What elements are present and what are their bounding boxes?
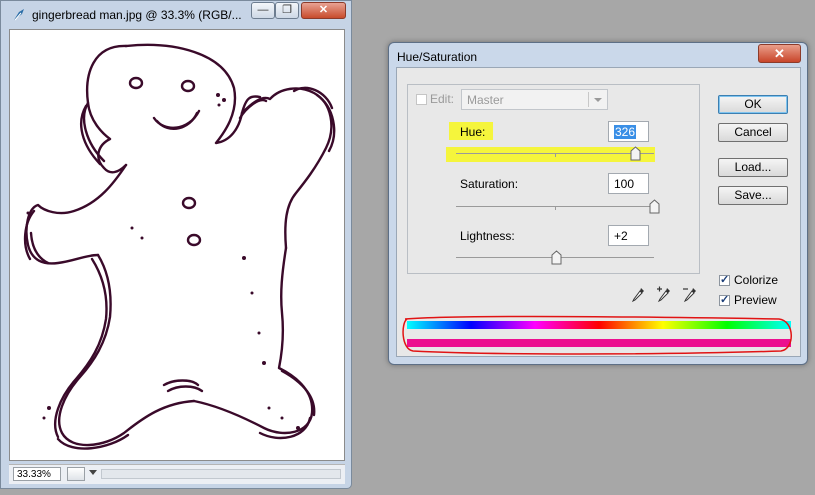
ok-button[interactable]: OK [718,95,788,114]
adjustment-panel: Edit: Master Hue: 326 Saturation: 100 Li… [407,84,700,274]
hue-input[interactable]: 326 [608,121,649,142]
dialog-title: Hue/Saturation [397,50,478,64]
close-button[interactable]: ✕ [301,2,346,19]
lightness-slider-thumb[interactable] [551,250,562,265]
lightness-input[interactable]: +2 [608,225,649,246]
save-button[interactable]: Save... [718,186,788,205]
photoshop-feather-icon [14,9,24,21]
document-window: gingerbread man.jpg @ 33.3% (RGB/... — ❐… [0,0,352,489]
document-title: gingerbread man.jpg @ 33.3% (RGB/... [32,8,242,22]
preview-checkbox[interactable] [719,293,730,306]
hue-slider-center-tick [555,154,556,157]
hue-label: Hue: [460,125,486,139]
eyedropper-icon[interactable] [630,286,646,304]
restore-button[interactable]: ❐ [275,2,299,19]
minimize-button[interactable]: — [251,2,275,19]
hue-slider-thumb[interactable] [630,146,641,161]
lightness-label: Lightness: [460,229,515,243]
horizontal-scrollbar[interactable] [101,469,341,479]
dialog-close-button[interactable]: ✕ [758,44,801,63]
saturation-value: 100 [614,177,635,191]
close-icon: ✕ [318,4,329,16]
edit-checkbox[interactable] [416,94,427,105]
colorize-checkbox[interactable] [719,273,730,286]
restore-icon: ❐ [282,4,292,16]
dropdown-divider [588,92,589,107]
load-button[interactable]: Load... [718,158,788,177]
edit-label: Edit: [430,92,455,106]
minimize-icon: — [257,4,269,16]
red-annotation-circle [402,315,792,355]
saturation-slider-thumb[interactable] [649,199,660,214]
colorize-label: Colorize [734,273,779,287]
preview-label: Preview [734,293,777,307]
document-titlebar[interactable]: gingerbread man.jpg @ 33.3% (RGB/... — ❐… [1,1,351,29]
edit-dropdown[interactable]: Master [461,89,608,110]
hue-saturation-dialog: Hue/Saturation ✕ Edit: Master Hue: 326 S… [388,42,808,365]
eyedropper-minus-icon[interactable] [682,286,698,304]
document-canvas[interactable] [9,29,345,461]
hue-value: 326 [614,125,637,139]
lightness-value: +2 [614,229,628,243]
saturation-input[interactable]: 100 [608,173,649,194]
edit-dropdown-value: Master [467,93,504,107]
status-arrow-icon[interactable] [89,470,97,475]
status-bar: 33.33% [9,464,345,484]
gingerbread-man-image [23,43,336,450]
chevron-down-icon [594,98,602,102]
eyedropper-plus-icon[interactable] [656,286,672,304]
close-icon: ✕ [774,46,785,61]
hue-slider-highlight [446,147,655,162]
saturation-label: Saturation: [460,177,519,191]
status-info-button[interactable] [67,467,85,481]
saturation-slider-center-tick [555,207,556,210]
zoom-field[interactable]: 33.33% [13,467,61,481]
cancel-button[interactable]: Cancel [718,123,788,142]
